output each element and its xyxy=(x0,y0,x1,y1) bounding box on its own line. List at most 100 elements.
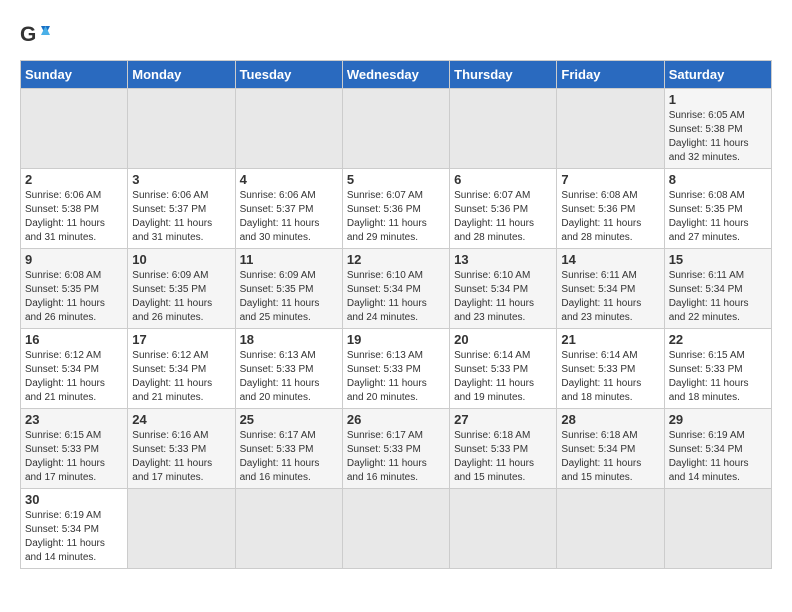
calendar-cell xyxy=(21,89,128,169)
day-number: 7 xyxy=(561,172,659,187)
calendar-cell: 28 Sunrise: 6:18 AM Sunset: 5:34 PM Dayli… xyxy=(557,409,664,489)
day-info: Sunrise: 6:18 AM Sunset: 5:34 PM Dayligh… xyxy=(561,429,659,485)
day-info: Sunrise: 6:12 AM Sunset: 5:34 PM Dayligh… xyxy=(25,349,123,405)
calendar-cell xyxy=(235,489,342,569)
day-number: 4 xyxy=(240,172,338,187)
calendar-cell: 23Sunrise: 6:15 AM Sunset: 5:33 PM Dayli… xyxy=(21,409,128,489)
day-info: Sunrise: 6:10 AM Sunset: 5:34 PM Dayligh… xyxy=(454,269,552,325)
calendar-cell: 19 Sunrise: 6:13 AM Sunset: 5:33 PM Dayli… xyxy=(342,329,449,409)
calendar-week-5: 23Sunrise: 6:15 AM Sunset: 5:33 PM Dayli… xyxy=(21,409,772,489)
calendar-header-saturday: Saturday xyxy=(664,61,771,89)
calendar-cell: 3Sunrise: 6:06 AM Sunset: 5:37 PM Daylig… xyxy=(128,169,235,249)
day-info: Sunrise: 6:06 AM Sunset: 5:38 PM Dayligh… xyxy=(25,189,123,245)
logo-icon: G xyxy=(20,20,50,50)
day-number: 24 xyxy=(132,412,230,427)
day-number: 19 xyxy=(347,332,445,347)
calendar-cell: 7 Sunrise: 6:08 AM Sunset: 5:36 PM Daylig… xyxy=(557,169,664,249)
calendar-cell: 25Sunrise: 6:17 AM Sunset: 5:33 PM Dayli… xyxy=(235,409,342,489)
day-info: Sunrise: 6:08 AM Sunset: 5:36 PM Dayligh… xyxy=(561,189,659,245)
day-info: Sunrise: 6:07 AM Sunset: 5:36 PM Dayligh… xyxy=(347,189,445,245)
calendar-header-friday: Friday xyxy=(557,61,664,89)
day-info: Sunrise: 6:11 AM Sunset: 5:34 PM Dayligh… xyxy=(669,269,767,325)
day-info: Sunrise: 6:11 AM Sunset: 5:34 PM Dayligh… xyxy=(561,269,659,325)
day-number: 13 xyxy=(454,252,552,267)
calendar-cell: 8 Sunrise: 6:08 AM Sunset: 5:35 PM Daylig… xyxy=(664,169,771,249)
calendar-cell: 11 Sunrise: 6:09 AM Sunset: 5:35 PM Dayli… xyxy=(235,249,342,329)
day-number: 9 xyxy=(25,252,123,267)
calendar-cell: 5 Sunrise: 6:07 AM Sunset: 5:36 PM Daylig… xyxy=(342,169,449,249)
calendar-cell: 29 Sunrise: 6:19 AM Sunset: 5:34 PM Dayli… xyxy=(664,409,771,489)
day-info: Sunrise: 6:08 AM Sunset: 5:35 PM Dayligh… xyxy=(669,189,767,245)
calendar-cell: 14 Sunrise: 6:11 AM Sunset: 5:34 PM Dayli… xyxy=(557,249,664,329)
day-number: 6 xyxy=(454,172,552,187)
calendar-cell: 18 Sunrise: 6:13 AM Sunset: 5:33 PM Dayli… xyxy=(235,329,342,409)
calendar-cell: 20 Sunrise: 6:14 AM Sunset: 5:33 PM Dayli… xyxy=(450,329,557,409)
day-number: 11 xyxy=(240,252,338,267)
day-info: Sunrise: 6:17 AM Sunset: 5:33 PM Dayligh… xyxy=(240,429,338,485)
day-info: Sunrise: 6:13 AM Sunset: 5:33 PM Dayligh… xyxy=(347,349,445,405)
day-info: Sunrise: 6:09 AM Sunset: 5:35 PM Dayligh… xyxy=(132,269,230,325)
calendar-week-6: 30Sunrise: 6:19 AM Sunset: 5:34 PM Dayli… xyxy=(21,489,772,569)
calendar-cell: 26 Sunrise: 6:17 AM Sunset: 5:33 PM Dayli… xyxy=(342,409,449,489)
day-number: 30 xyxy=(25,492,123,507)
day-number: 3 xyxy=(132,172,230,187)
day-info: Sunrise: 6:14 AM Sunset: 5:33 PM Dayligh… xyxy=(561,349,659,405)
day-number: 23 xyxy=(25,412,123,427)
calendar-cell: 16Sunrise: 6:12 AM Sunset: 5:34 PM Dayli… xyxy=(21,329,128,409)
day-info: Sunrise: 6:08 AM Sunset: 5:35 PM Dayligh… xyxy=(25,269,123,325)
day-number: 26 xyxy=(347,412,445,427)
day-info: Sunrise: 6:13 AM Sunset: 5:33 PM Dayligh… xyxy=(240,349,338,405)
logo: G xyxy=(20,20,54,50)
calendar-week-1: 1Sunrise: 6:05 AM Sunset: 5:38 PM Daylig… xyxy=(21,89,772,169)
calendar-cell: 1Sunrise: 6:05 AM Sunset: 5:38 PM Daylig… xyxy=(664,89,771,169)
day-number: 14 xyxy=(561,252,659,267)
calendar-cell: 17Sunrise: 6:12 AM Sunset: 5:34 PM Dayli… xyxy=(128,329,235,409)
calendar-header-monday: Monday xyxy=(128,61,235,89)
day-number: 29 xyxy=(669,412,767,427)
calendar-cell: 24 Sunrise: 6:16 AM Sunset: 5:33 PM Dayli… xyxy=(128,409,235,489)
page-header: G xyxy=(20,20,772,50)
calendar-cell: 10Sunrise: 6:09 AM Sunset: 5:35 PM Dayli… xyxy=(128,249,235,329)
day-info: Sunrise: 6:05 AM Sunset: 5:38 PM Dayligh… xyxy=(669,109,767,165)
calendar-header-wednesday: Wednesday xyxy=(342,61,449,89)
calendar-cell: 27 Sunrise: 6:18 AM Sunset: 5:33 PM Dayli… xyxy=(450,409,557,489)
day-info: Sunrise: 6:18 AM Sunset: 5:33 PM Dayligh… xyxy=(454,429,552,485)
calendar-cell: 2 Sunrise: 6:06 AM Sunset: 5:38 PM Daylig… xyxy=(21,169,128,249)
day-number: 8 xyxy=(669,172,767,187)
day-number: 28 xyxy=(561,412,659,427)
day-info: Sunrise: 6:09 AM Sunset: 5:35 PM Dayligh… xyxy=(240,269,338,325)
calendar-week-4: 16Sunrise: 6:12 AM Sunset: 5:34 PM Dayli… xyxy=(21,329,772,409)
day-number: 18 xyxy=(240,332,338,347)
day-info: Sunrise: 6:16 AM Sunset: 5:33 PM Dayligh… xyxy=(132,429,230,485)
calendar-cell: 9 Sunrise: 6:08 AM Sunset: 5:35 PM Daylig… xyxy=(21,249,128,329)
calendar-cell xyxy=(557,89,664,169)
day-number: 22 xyxy=(669,332,767,347)
calendar-header-tuesday: Tuesday xyxy=(235,61,342,89)
calendar-cell xyxy=(557,489,664,569)
calendar-cell xyxy=(450,489,557,569)
day-number: 20 xyxy=(454,332,552,347)
day-number: 27 xyxy=(454,412,552,427)
day-info: Sunrise: 6:19 AM Sunset: 5:34 PM Dayligh… xyxy=(669,429,767,485)
calendar-cell: 30Sunrise: 6:19 AM Sunset: 5:34 PM Dayli… xyxy=(21,489,128,569)
calendar-table: SundayMondayTuesdayWednesdayThursdayFrid… xyxy=(20,60,772,569)
calendar-cell xyxy=(342,489,449,569)
calendar-week-3: 9 Sunrise: 6:08 AM Sunset: 5:35 PM Daylig… xyxy=(21,249,772,329)
day-number: 17 xyxy=(132,332,230,347)
calendar-cell xyxy=(450,89,557,169)
calendar-cell xyxy=(342,89,449,169)
calendar-cell xyxy=(128,89,235,169)
day-info: Sunrise: 6:10 AM Sunset: 5:34 PM Dayligh… xyxy=(347,269,445,325)
calendar-cell: 22Sunrise: 6:15 AM Sunset: 5:33 PM Dayli… xyxy=(664,329,771,409)
day-number: 21 xyxy=(561,332,659,347)
calendar-header-thursday: Thursday xyxy=(450,61,557,89)
day-number: 2 xyxy=(25,172,123,187)
day-info: Sunrise: 6:17 AM Sunset: 5:33 PM Dayligh… xyxy=(347,429,445,485)
calendar-cell: 12Sunrise: 6:10 AM Sunset: 5:34 PM Dayli… xyxy=(342,249,449,329)
day-number: 15 xyxy=(669,252,767,267)
day-info: Sunrise: 6:14 AM Sunset: 5:33 PM Dayligh… xyxy=(454,349,552,405)
day-number: 5 xyxy=(347,172,445,187)
calendar-header-sunday: Sunday xyxy=(21,61,128,89)
calendar-cell xyxy=(664,489,771,569)
calendar-week-2: 2 Sunrise: 6:06 AM Sunset: 5:38 PM Daylig… xyxy=(21,169,772,249)
